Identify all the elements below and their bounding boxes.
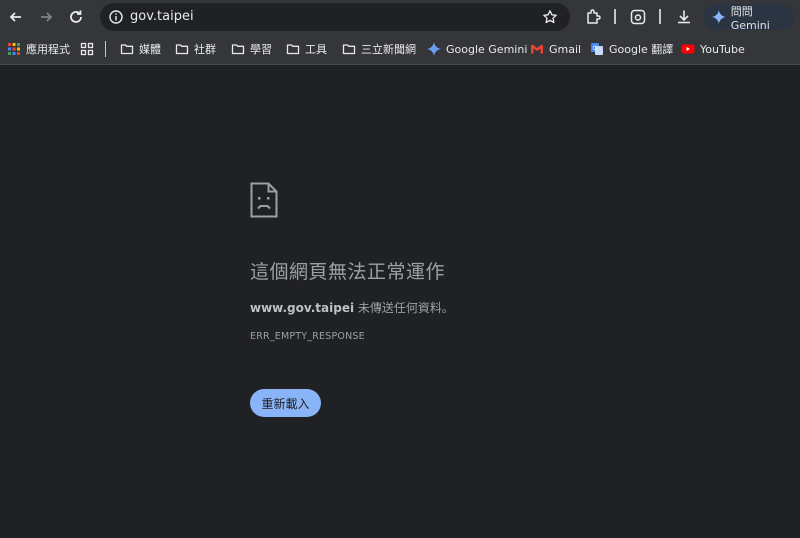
info-icon[interactable] <box>108 9 124 25</box>
bookmark-gmail[interactable]: Gmail <box>530 40 581 58</box>
bookmark-folder[interactable]: 學習 <box>231 40 272 58</box>
folder-icon <box>120 44 134 55</box>
bookmark-label: 媒體 <box>139 43 161 56</box>
bookmarks-divider <box>105 41 106 57</box>
error-title: 這個網頁無法正常運作 <box>250 261 446 283</box>
ask-gemini-label: 問問 Gemini <box>730 4 770 32</box>
arrow-left-icon <box>9 12 21 22</box>
address-bar[interactable]: gov.taipei <box>100 3 570 31</box>
bookmark-label: Google Gemini <box>446 42 528 56</box>
youtube-icon <box>681 44 695 54</box>
ask-gemini-button[interactable]: 問問 Gemini <box>704 4 794 32</box>
bookmark-label: 應用程式 <box>26 43 70 56</box>
bookmark-label: 三立新聞網 <box>361 43 416 56</box>
bookmark-apps[interactable]: 應用程式 <box>7 40 70 58</box>
bookmark-label: 工具 <box>305 43 327 56</box>
browser-toolbar: gov.taipei 問問 Gemini <box>0 0 800 34</box>
download-icon[interactable] <box>675 8 693 26</box>
gmail-icon <box>531 44 543 54</box>
bookmark-label: YouTube <box>700 42 745 56</box>
error-code: ERR_EMPTY_RESPONSE <box>250 331 365 342</box>
reload-button[interactable]: 重新載入 <box>250 389 321 417</box>
bookmark-youtube[interactable]: YouTube <box>681 40 745 58</box>
bookmark-gemini[interactable]: Google Gemini <box>427 40 527 58</box>
google-lens-icon[interactable] <box>629 8 647 26</box>
bookmarks-bar: 應用程式 媒體 社群 學習 工具 三立新聞網 Google Gemini Gma… <box>0 34 800 65</box>
gemini-icon <box>712 10 726 24</box>
toolbar-divider <box>614 9 616 24</box>
bookmark-folder[interactable]: 工具 <box>286 40 327 58</box>
tab-groups-button[interactable] <box>80 40 99 58</box>
forward-button[interactable] <box>34 5 58 29</box>
translate-icon: G <box>591 43 603 55</box>
folder-icon <box>286 44 300 55</box>
toolbar-divider <box>659 9 661 24</box>
bookmark-translate[interactable]: G Google 翻譯 <box>590 40 673 58</box>
bookmark-folder[interactable]: 社群 <box>175 40 216 58</box>
reload-toolbar-button[interactable] <box>64 5 88 29</box>
bookmark-label: Google 翻譯 <box>609 43 674 56</box>
url-text[interactable]: gov.taipei <box>130 3 194 31</box>
reload-icon <box>70 10 82 23</box>
gemini-icon <box>427 42 441 56</box>
error-message: www.gov.taipei 未傳送任何資料。 <box>250 299 454 316</box>
folder-icon <box>231 44 245 55</box>
bookmark-label: 學習 <box>250 43 272 56</box>
bookmark-label: 社群 <box>194 43 216 56</box>
error-message-text: 未傳送任何資料。 <box>354 301 454 315</box>
arrow-right-icon <box>41 12 53 22</box>
error-host: www.gov.taipei <box>250 301 355 315</box>
bookmark-label: Gmail <box>549 42 582 56</box>
apps-grid-icon <box>8 43 20 55</box>
folder-icon <box>342 44 356 55</box>
bookmark-folder[interactable]: 三立新聞網 <box>342 40 416 58</box>
bookmark-folder[interactable]: 媒體 <box>120 40 161 58</box>
extensions-icon[interactable] <box>585 8 603 26</box>
svg-text:G: G <box>593 45 598 52</box>
grid-icon <box>80 42 94 56</box>
back-button[interactable] <box>4 5 28 29</box>
folder-icon <box>175 44 189 55</box>
bookmark-star-icon[interactable] <box>542 9 558 25</box>
sad-page-icon <box>250 182 278 218</box>
